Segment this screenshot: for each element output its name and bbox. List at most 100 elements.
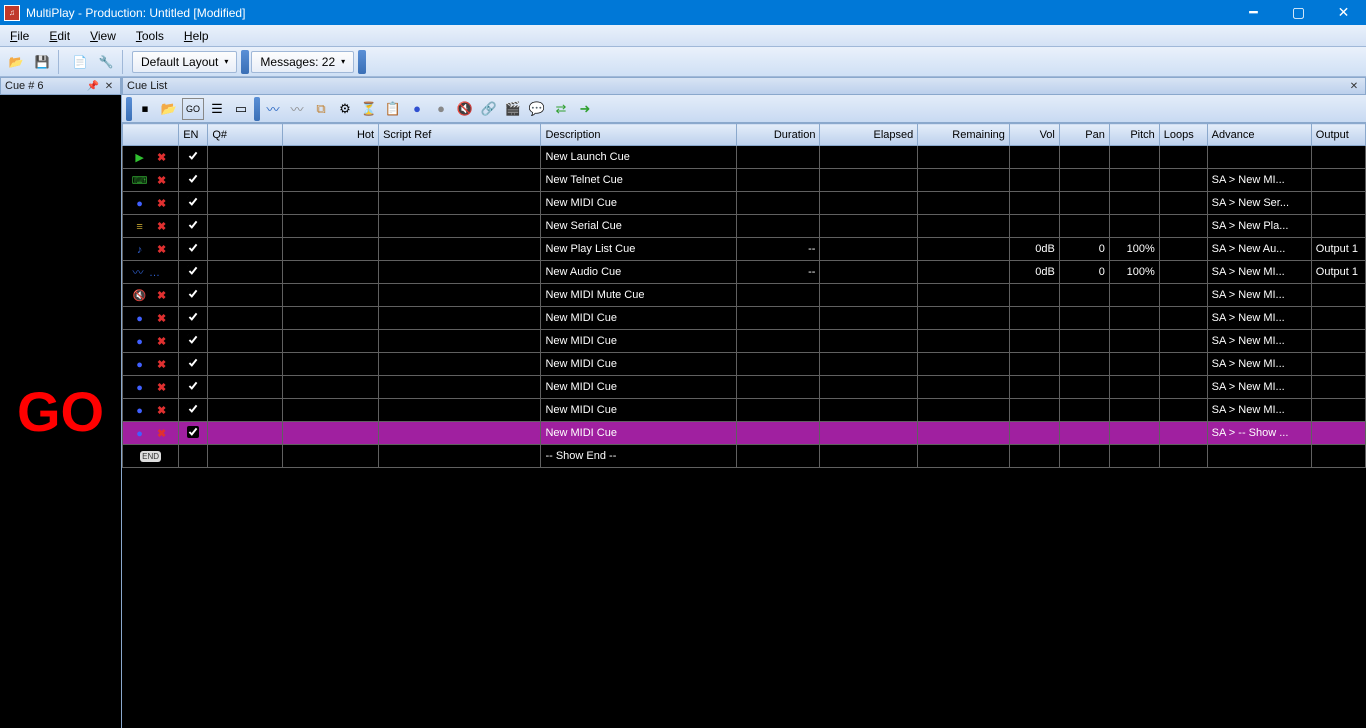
open-button[interactable]: 📂 — [158, 98, 180, 120]
row-pan — [1059, 146, 1109, 169]
col-elap[interactable]: Elapsed — [820, 124, 918, 146]
toolbar-grip[interactable] — [358, 50, 366, 74]
gear-icon[interactable]: ⚙ — [334, 98, 356, 120]
row-enable[interactable] — [179, 330, 208, 353]
view-button[interactable]: ▭ — [230, 98, 252, 120]
open-button[interactable]: 📂 — [4, 50, 28, 74]
mute-icon[interactable]: 🔇 — [454, 98, 476, 120]
toolbar-grip[interactable] — [126, 97, 132, 121]
network-icon[interactable]: ⇄ — [550, 98, 572, 120]
row-adv: SA > New MI... — [1207, 307, 1311, 330]
row-enable[interactable] — [179, 376, 208, 399]
table-row[interactable]: ●✖New MIDI CueSA > New MI... — [123, 307, 1366, 330]
row-out — [1311, 215, 1365, 238]
close-icon[interactable]: ✕ — [102, 79, 116, 93]
menu-file[interactable]: File — [0, 27, 39, 45]
row-pan — [1059, 422, 1109, 445]
table-row[interactable]: ●✖New MIDI CueSA > New MI... — [123, 376, 1366, 399]
row-q — [208, 445, 283, 468]
row-enable[interactable] — [179, 169, 208, 192]
row-enable[interactable] — [179, 445, 208, 468]
wrench-button[interactable]: 🔧 — [94, 50, 118, 74]
cue-list-panel: Cue List ✕ ⏹ 📂 GO ☰ ▭ 〰 〰 ⧉ ⚙ ⏳ 📋 ● ● 🔇 … — [122, 77, 1366, 728]
link-icon[interactable]: 🔗 — [478, 98, 500, 120]
row-enable[interactable] — [179, 353, 208, 376]
col-en[interactable]: EN — [179, 124, 208, 146]
col-pan[interactable]: Pan — [1059, 124, 1109, 146]
table-row[interactable]: ▶✖New Launch Cue — [123, 146, 1366, 169]
row-enable[interactable] — [179, 399, 208, 422]
close-button[interactable]: ✕ — [1321, 0, 1366, 25]
go-button[interactable]: GO — [0, 95, 121, 728]
col-pitch[interactable]: Pitch — [1109, 124, 1159, 146]
table-row[interactable]: ≡✖New Serial CueSA > New Pla... — [123, 215, 1366, 238]
table-row[interactable]: ⌨✖New Telnet CueSA > New MI... — [123, 169, 1366, 192]
layout-dropdown[interactable]: Default Layout ▾ — [132, 51, 237, 73]
col-vol[interactable]: Vol — [1009, 124, 1059, 146]
row-enable[interactable] — [179, 284, 208, 307]
table-row[interactable]: ♪✖New Play List Cue--0dB0100%SA > New Au… — [123, 238, 1366, 261]
table-row[interactable]: 🔇✖New MIDI Mute CueSA > New MI... — [123, 284, 1366, 307]
row-enable[interactable] — [179, 261, 208, 284]
row-pitch — [1109, 169, 1159, 192]
save-button[interactable]: 💾 — [30, 50, 54, 74]
col-q[interactable]: Q# — [208, 124, 283, 146]
col-icon[interactable] — [123, 124, 179, 146]
table-row[interactable]: 〰✖▶New Audio Cue--0dB0100%SA > New MI...… — [123, 261, 1366, 284]
stop-button[interactable]: ⏹ — [134, 98, 156, 120]
pause-wave-icon[interactable]: 〰 — [286, 98, 308, 120]
messages-dropdown[interactable]: Messages: 22 ▾ — [251, 51, 354, 73]
toolbar-grip[interactable] — [241, 50, 249, 74]
go-icon-button[interactable]: GO — [182, 98, 204, 120]
menu-tools[interactable]: Tools — [126, 27, 174, 45]
row-enable[interactable] — [179, 422, 208, 445]
col-desc[interactable]: Description — [541, 124, 737, 146]
table-row[interactable]: ●✖New MIDI CueSA > New Ser... — [123, 192, 1366, 215]
maximize-button[interactable]: ▢ — [1276, 0, 1321, 25]
row-dur — [737, 422, 820, 445]
row-enable[interactable] — [179, 238, 208, 261]
timer-icon[interactable]: ⏳ — [358, 98, 380, 120]
table-row[interactable]: ●✖New MIDI CueSA > New MI... — [123, 399, 1366, 422]
menu-help[interactable]: Help — [174, 27, 219, 45]
menu-edit[interactable]: Edit — [39, 27, 80, 45]
pin-icon[interactable]: 📌 — [86, 79, 100, 93]
col-out[interactable]: Output — [1311, 124, 1365, 146]
row-hot — [283, 399, 379, 422]
row-enable[interactable] — [179, 215, 208, 238]
clipboard-icon[interactable]: 📋 — [382, 98, 404, 120]
midi-icon[interactable]: ● — [406, 98, 428, 120]
col-script[interactable]: Script Ref — [379, 124, 541, 146]
col-loops[interactable]: Loops — [1159, 124, 1207, 146]
col-hot[interactable]: Hot — [283, 124, 379, 146]
row-script — [379, 146, 541, 169]
table-row[interactable]: END-- Show End -- — [123, 445, 1366, 468]
row-enable[interactable] — [179, 307, 208, 330]
record-icon[interactable]: ● — [430, 98, 452, 120]
table-row[interactable]: ●✖New MIDI CueSA > New MI... — [123, 330, 1366, 353]
col-adv[interactable]: Advance — [1207, 124, 1311, 146]
wave-icon[interactable]: 〰 — [262, 98, 284, 120]
list-button[interactable]: ☰ — [206, 98, 228, 120]
video-icon[interactable]: 🎬 — [502, 98, 524, 120]
menu-view[interactable]: View — [80, 27, 126, 45]
export-icon[interactable]: ➜ — [574, 98, 596, 120]
minimize-button[interactable]: ━ — [1231, 0, 1276, 25]
col-dur[interactable]: Duration — [737, 124, 820, 146]
row-loops — [1159, 330, 1207, 353]
row-script — [379, 261, 541, 284]
copy-icon[interactable]: ⧉ — [310, 98, 332, 120]
docs-button[interactable]: 📄 — [68, 50, 92, 74]
row-adv: SA > New MI... — [1207, 376, 1311, 399]
row-dur: -- — [737, 261, 820, 284]
row-enable[interactable] — [179, 192, 208, 215]
toolbar-grip[interactable] — [254, 97, 260, 121]
col-rem[interactable]: Remaining — [918, 124, 1010, 146]
row-pitch — [1109, 445, 1159, 468]
row-q — [208, 330, 283, 353]
chat-icon[interactable]: 💬 — [526, 98, 548, 120]
row-enable[interactable] — [179, 146, 208, 169]
table-row[interactable]: ●✖New MIDI CueSA > -- Show ... — [123, 422, 1366, 445]
close-icon[interactable]: ✕ — [1347, 79, 1361, 93]
table-row[interactable]: ●✖New MIDI CueSA > New MI... — [123, 353, 1366, 376]
